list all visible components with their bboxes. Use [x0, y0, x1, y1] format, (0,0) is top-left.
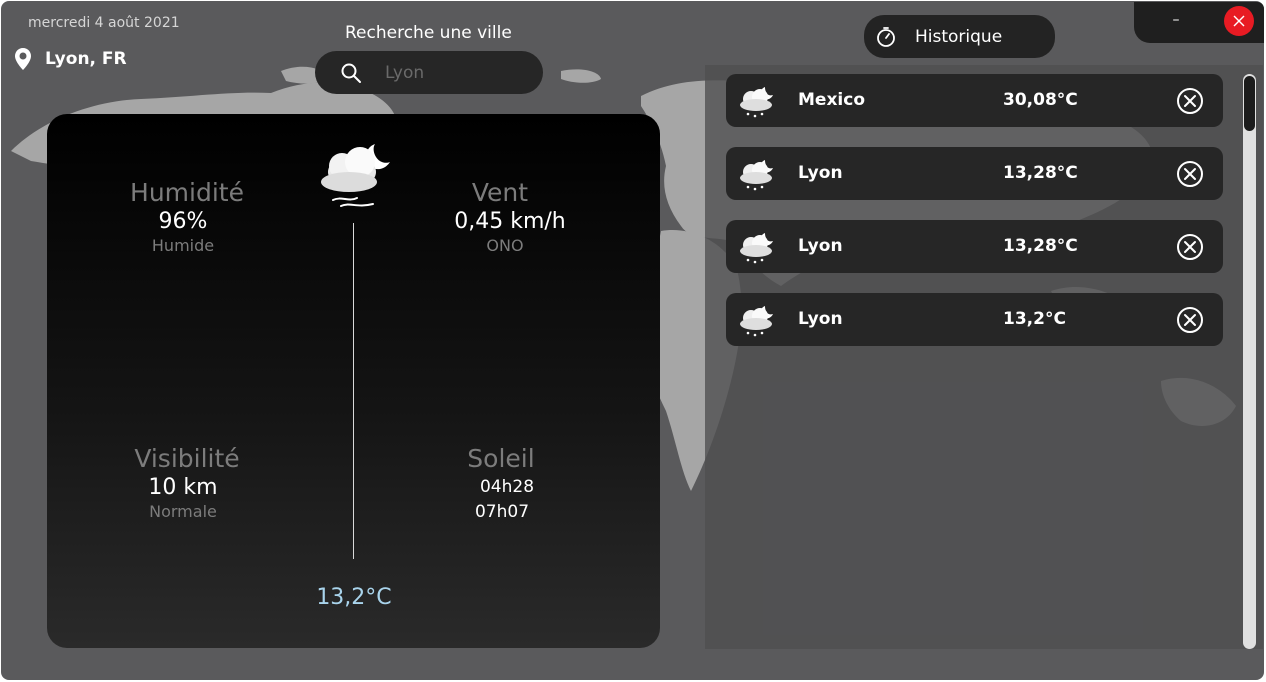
history-item[interactable]: Lyon 13,28°C	[726, 147, 1223, 200]
history-city: Lyon	[798, 163, 843, 183]
remove-circle-icon[interactable]	[1176, 306, 1204, 334]
search-title: Recherche une ville	[345, 23, 512, 43]
visibility-stat: Visibilité 10 km Normale	[117, 444, 257, 521]
card-divider	[353, 223, 354, 559]
sunrise-time: 04h28	[479, 477, 535, 497]
humidity-value: 96%	[158, 209, 208, 234]
cloudy-night-icon	[321, 144, 390, 207]
sun-stat: Soleil 04h28 07h07	[446, 444, 556, 525]
remove-circle-icon[interactable]	[1176, 233, 1204, 261]
snow-cloud-icon	[740, 160, 773, 191]
wind-value: 0,45 km/h	[454, 209, 566, 234]
close-icon	[1233, 15, 1245, 27]
history-city: Lyon	[798, 236, 843, 256]
history-temperature: 13,28°C	[1003, 163, 1078, 183]
app-window: mercredi 4 août 2021 Lyon, FR Recherche …	[1, 1, 1264, 680]
current-temperature: 13,2°C	[316, 585, 392, 610]
history-scrollbar-thumb[interactable]	[1244, 76, 1255, 131]
history-button-label: Historique	[915, 26, 1003, 47]
search-box[interactable]	[315, 51, 543, 94]
snow-cloud-icon	[740, 233, 773, 264]
remove-circle-icon[interactable]	[1176, 87, 1204, 115]
visibility-label: Visibilité	[134, 444, 240, 473]
wind-direction: ONO	[486, 236, 524, 255]
history-scrollbar[interactable]	[1243, 74, 1256, 649]
humidity-stat: Humidité 96% Humide	[117, 178, 257, 255]
history-city: Lyon	[798, 309, 843, 329]
history-button[interactable]: Historique	[864, 15, 1055, 58]
snow-cloud-icon	[740, 306, 773, 337]
weather-card: Humidité 96% Humide Vent 0,45 km/h ONO V…	[47, 114, 660, 648]
history-temperature: 30,08°C	[1003, 90, 1078, 110]
remove-circle-icon[interactable]	[1176, 160, 1204, 188]
clock-icon	[877, 26, 895, 47]
location-name: Lyon, FR	[45, 49, 127, 69]
wind-stat: Vent 0,45 km/h ONO	[440, 178, 570, 255]
humidity-description: Humide	[151, 236, 215, 255]
location-pin-icon	[15, 48, 31, 70]
window-titlebar: –	[1134, 2, 1264, 43]
history-item[interactable]: Lyon 13,2°C	[726, 293, 1223, 346]
close-button[interactable]	[1224, 6, 1254, 36]
minimize-button[interactable]: –	[1164, 8, 1188, 32]
current-date: mercredi 4 août 2021	[28, 15, 180, 31]
history-city: Mexico	[798, 90, 865, 110]
visibility-value: 10 km	[148, 475, 218, 500]
history-temperature: 13,2°C	[1003, 309, 1066, 329]
sun-label: Soleil	[467, 444, 535, 473]
sunset-time: 07h07	[474, 502, 530, 522]
search-input[interactable]	[385, 62, 525, 84]
humidity-label: Humidité	[130, 178, 244, 207]
history-panel: Mexico 30,08°C Lyon 13,28°C Lyon 13,28°C…	[705, 65, 1263, 649]
history-temperature: 13,28°C	[1003, 236, 1078, 256]
current-location: Lyon, FR	[13, 47, 127, 71]
visibility-description: Normale	[149, 502, 217, 521]
wind-label: Vent	[471, 178, 529, 207]
snow-cloud-icon	[740, 87, 773, 118]
search-icon	[341, 63, 361, 83]
history-item[interactable]: Mexico 30,08°C	[726, 74, 1223, 127]
history-item[interactable]: Lyon 13,28°C	[726, 220, 1223, 273]
